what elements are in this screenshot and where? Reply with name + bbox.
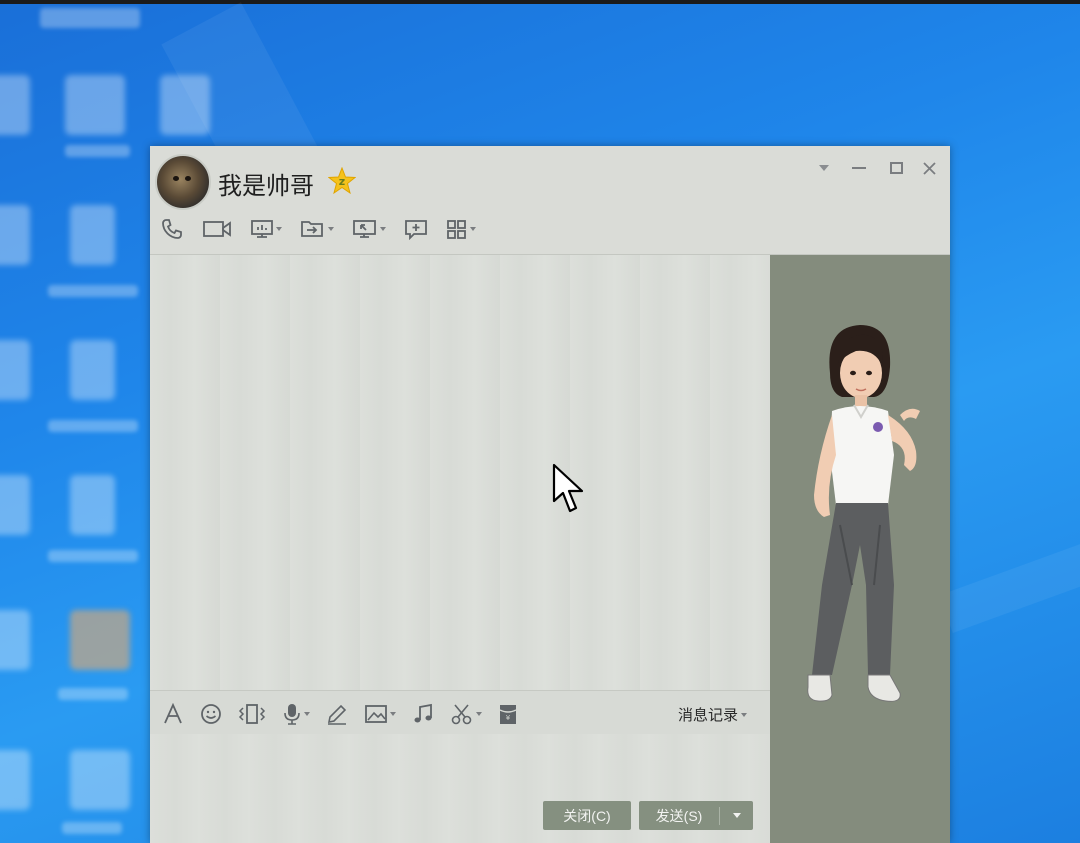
dropdown-caret-icon (380, 227, 386, 231)
dropdown-caret-icon (304, 712, 310, 716)
avatar-eye (185, 176, 191, 181)
desktop-icon[interactable] (0, 205, 30, 265)
remote-assist-button[interactable] (352, 216, 386, 242)
music-button[interactable] (412, 701, 434, 727)
emoji-button[interactable] (200, 701, 222, 727)
dropdown-caret-icon (390, 712, 396, 716)
add-message-button[interactable] (404, 216, 428, 242)
svg-text:z: z (339, 175, 345, 188)
desktop-icon-label (58, 688, 128, 700)
dropdown-caret-icon (470, 227, 476, 231)
desktop-icon-label (62, 822, 122, 834)
font-button[interactable] (162, 701, 184, 727)
send-button[interactable]: 发送(S) (639, 801, 753, 830)
screen-share-button[interactable] (250, 216, 282, 242)
mouse-cursor-icon (552, 463, 584, 513)
maximize-icon[interactable] (886, 158, 906, 178)
desktop-taskbar-item[interactable] (40, 8, 140, 28)
dropdown-caret-icon (328, 227, 334, 231)
desktop-light-streak (939, 527, 1080, 633)
desktop-icon[interactable] (70, 475, 115, 535)
font-icon (164, 703, 182, 724)
desktop-icon[interactable] (70, 610, 130, 670)
file-transfer-button[interactable] (300, 216, 334, 242)
top-edge (0, 0, 1080, 4)
red-packet-button[interactable]: ¥ (498, 701, 518, 727)
close-button[interactable]: 关闭(C) (543, 801, 631, 830)
vibrate-icon (238, 704, 266, 724)
music-icon (414, 703, 432, 723)
dropdown-caret-icon (276, 227, 282, 231)
desktop-icon[interactable] (0, 475, 30, 535)
emoji-icon (201, 704, 221, 724)
desktop-icon[interactable] (0, 340, 30, 400)
desktop-icon[interactable] (70, 205, 115, 265)
video-call-button[interactable] (202, 216, 232, 242)
phone-call-button[interactable] (160, 216, 184, 242)
message-history-area[interactable] (150, 255, 770, 690)
desktop-icon-label (65, 145, 130, 157)
apps-button[interactable] (446, 216, 476, 242)
desktop-icon[interactable] (160, 75, 210, 135)
avatar-eye (173, 176, 179, 181)
dropdown-caret-icon (476, 712, 482, 716)
desktop-icon-label (48, 420, 138, 432)
desktop-icon[interactable] (70, 750, 130, 810)
contact-name[interactable]: 我是帅哥 (218, 166, 314, 201)
add-message-icon (405, 220, 427, 240)
screen-share-icon (251, 220, 273, 238)
phone-icon (162, 219, 182, 239)
desktop-icon[interactable] (0, 610, 30, 670)
desktop-icon[interactable] (65, 75, 125, 135)
handwrite-button[interactable] (326, 701, 348, 727)
apps-grid-icon (447, 220, 466, 239)
chevron-down-icon[interactable] (814, 158, 834, 178)
video-call-icon (203, 221, 231, 237)
chevron-down-icon (732, 813, 741, 818)
chat-window[interactable]: 我是帅哥 z ¥ 消息记录 关闭(C) 发送(S) (150, 146, 950, 843)
red-packet-icon: ¥ (499, 705, 517, 724)
file-transfer-icon (301, 221, 323, 237)
avatar-character-illustration (807, 325, 920, 702)
send-options-button[interactable] (720, 813, 753, 818)
desktop-icon[interactable] (70, 340, 115, 400)
contact-avatar[interactable] (155, 154, 211, 210)
input-divider (150, 690, 770, 691)
desktop-icon-label (48, 285, 138, 297)
chat-toolbar (160, 216, 494, 242)
dropdown-caret-icon (741, 712, 748, 717)
vibrate-button[interactable] (238, 701, 266, 727)
qq-show-panel[interactable] (770, 255, 950, 843)
input-toolbar: ¥ (162, 701, 534, 727)
voice-button[interactable] (282, 701, 310, 727)
message-history-label: 消息记录 (678, 707, 739, 724)
message-history-link[interactable]: 消息记录 (678, 704, 748, 725)
remote-assist-icon (353, 220, 376, 238)
desktop-icon[interactable] (0, 750, 30, 810)
send-button-label: 发送(S) (655, 807, 703, 824)
close-icon[interactable] (919, 158, 939, 178)
screenshot-button[interactable] (450, 701, 482, 727)
scissors-icon (451, 704, 472, 725)
pen-icon (327, 704, 347, 725)
svg-text:¥: ¥ (506, 714, 511, 722)
image-button[interactable] (364, 701, 396, 727)
desktop-icon-label (48, 550, 138, 562)
minimize-icon[interactable] (849, 158, 869, 178)
chat-header[interactable]: 我是帅哥 z (150, 146, 950, 255)
image-icon (365, 705, 387, 723)
desktop-icon[interactable] (0, 75, 30, 135)
microphone-icon (284, 704, 300, 725)
vip-star-icon[interactable]: z (328, 167, 356, 195)
close-button-label: 关闭(C) (563, 807, 611, 824)
